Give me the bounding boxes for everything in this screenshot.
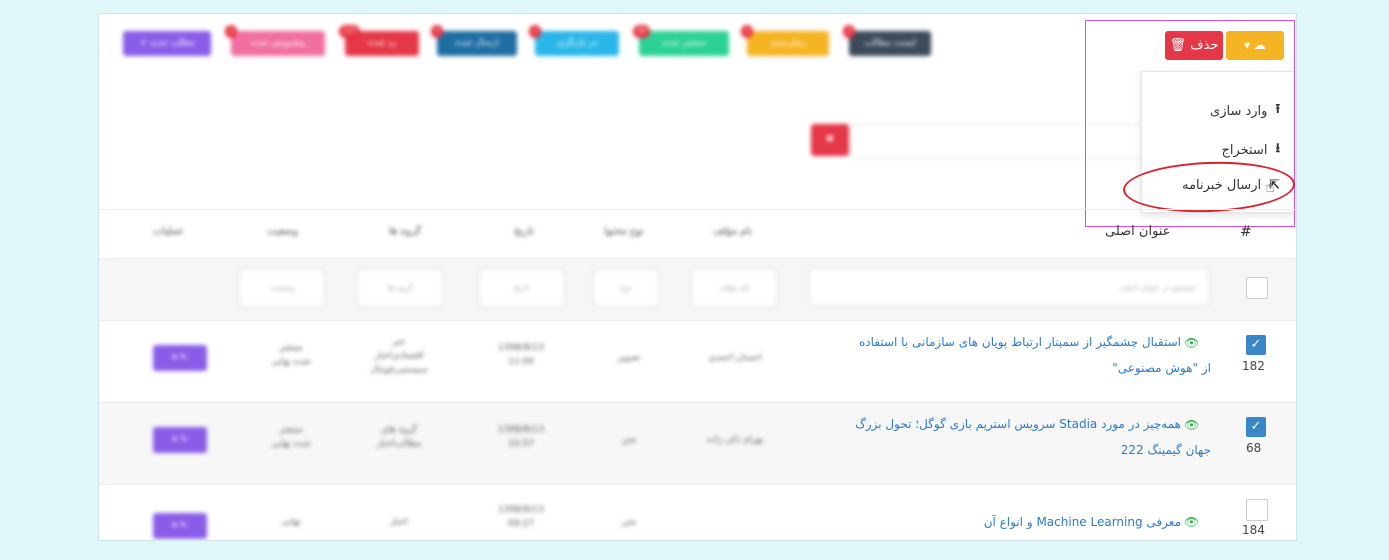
groups-cell: اخبار — [390, 517, 408, 527]
scheduled-button[interactable]: 1 زمان‌بندی — [741, 25, 829, 56]
column-header-type[interactable]: نوع محتوا — [604, 226, 644, 237]
date-cell: 1398/8/13 11:00 — [497, 343, 545, 367]
column-header-hash[interactable]: # — [1240, 224, 1252, 240]
status-cell: نهایی — [281, 517, 301, 527]
post-title-link-line2[interactable]: از "هوش مصنوعی" — [1112, 361, 1211, 375]
column-header-actions[interactable]: عملیات — [153, 226, 184, 237]
select-all-checkbox[interactable] — [1246, 277, 1268, 299]
groups-filter-input[interactable]: گروه ها — [357, 269, 443, 307]
post-list-button[interactable]: 1 لیست مطالب — [843, 25, 931, 56]
table-row: ✓ 68 👁 همه‌چیز در مورد Stadia سرویس استر… — [99, 402, 1296, 485]
row-id: 68 — [1246, 441, 1262, 455]
date-cell: 1398/8/13 10:57 — [497, 425, 545, 449]
new-post-button[interactable]: + مطلب جدید — [123, 31, 211, 56]
author-cell: احسان احمدی — [708, 353, 762, 363]
status-filter-input[interactable]: وضعیت — [239, 269, 325, 307]
count-badge: 1 — [431, 25, 444, 38]
sent-button[interactable]: 1 ارسال شده — [431, 25, 517, 56]
content-panel: + مطلب جدید 1 پیشنویس شده 127 رد شده 1 ارسا… — [98, 13, 1297, 541]
post-title-link-line2[interactable]: جهان گیمینگ 222 — [1121, 443, 1211, 457]
eye-icon[interactable]: 👁 — [1184, 336, 1199, 350]
review-button[interactable]: 1 در بازنگری — [529, 25, 619, 56]
count-badge: 1 — [741, 25, 754, 38]
edit-button[interactable]: ▾ ✎ — [153, 345, 207, 371]
clear-search-button[interactable]: ✖ — [811, 124, 849, 156]
post-title-link[interactable]: همه‌چیز در مورد Stadia سرویس استریم بازی… — [855, 417, 1181, 431]
type-filter-input[interactable]: نوع — [593, 269, 659, 307]
count-badge: 99 — [633, 25, 650, 38]
count-badge: 1 — [843, 25, 856, 38]
drafts-button[interactable]: 1 پیشنویس شده — [225, 25, 325, 56]
row-checkbox[interactable]: ✓ — [1246, 335, 1266, 355]
date-filter-input[interactable]: تاریخ — [479, 269, 565, 307]
column-header-main-title[interactable]: عنوان اصلی — [1105, 224, 1170, 239]
row-checkbox[interactable]: ✓ — [1246, 417, 1266, 437]
table-row: ✓ 182 👁 استقبال چشمگیر از سمینار ارتباط … — [99, 320, 1296, 403]
eye-icon[interactable]: 👁 — [1184, 418, 1199, 432]
column-header-date[interactable]: تاریخ — [514, 226, 534, 237]
groups-cell: گروه های مطالب‌اخبار — [376, 425, 422, 449]
edit-button[interactable]: ▾ ✎ — [153, 513, 207, 539]
author-cell: بهرام ذکی زاده — [706, 435, 764, 445]
type-cell: متن — [621, 435, 637, 445]
eye-icon[interactable]: 👁 — [1184, 515, 1199, 529]
status-cell: منتشر شده نهایی — [271, 343, 311, 367]
table-row: 184 👁 معرفی Machine Learning و انواع آن … — [99, 484, 1296, 540]
type-cell: متن — [621, 517, 637, 527]
hand-cursor-icon: ☝ — [1265, 177, 1275, 196]
row-id: 184 — [1242, 523, 1265, 537]
author-filter-input[interactable]: نام مؤلف — [691, 269, 777, 307]
row-id: 182 — [1242, 359, 1265, 373]
groups-cell: خبر اقتصادی‌اخبار سیستمی‌فوتبال — [370, 337, 428, 375]
close-icon: ✖ — [825, 134, 835, 145]
status-cell: منتشر شده نهایی — [271, 425, 311, 449]
column-header-groups[interactable]: گروه ها — [389, 226, 421, 237]
column-header-author[interactable]: نام مؤلف — [713, 226, 752, 237]
header-divider — [99, 209, 1296, 210]
post-title-link[interactable]: استقبال چشمگیر از سمینار ارتباط پویان ها… — [859, 335, 1181, 349]
count-badge: 1 — [225, 25, 238, 38]
published-button[interactable]: 99 منتشر شده — [633, 25, 729, 56]
main-title-search-input[interactable]: جستجو در عنوان اصلی — [809, 268, 1209, 306]
post-title-link[interactable]: معرفی Machine Learning و انواع آن — [984, 515, 1181, 529]
edit-button[interactable]: ▾ ✎ — [153, 427, 207, 453]
count-badge: 1 — [529, 25, 542, 38]
type-cell: تصویر — [617, 353, 641, 363]
date-cell: 1398/8/13 09:27 — [497, 505, 545, 529]
count-badge: 127 — [339, 25, 361, 38]
row-checkbox[interactable] — [1246, 499, 1268, 521]
rejected-button[interactable]: 127 رد شده — [339, 25, 419, 56]
column-header-status[interactable]: وضعیت — [267, 226, 298, 237]
